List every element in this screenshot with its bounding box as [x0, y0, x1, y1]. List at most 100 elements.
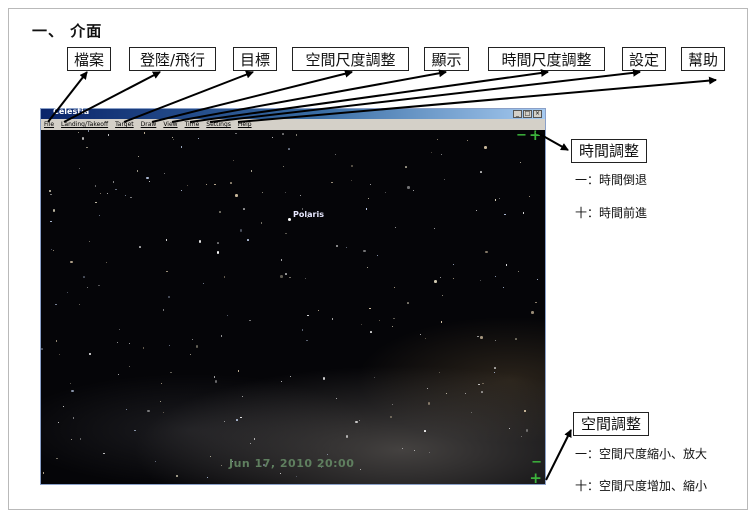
- background-star: [480, 336, 483, 339]
- background-star: [519, 161, 521, 163]
- time-backward-button[interactable]: −: [516, 130, 527, 143]
- background-star: [86, 286, 88, 288]
- menu-settings[interactable]: Settings: [206, 121, 231, 128]
- minimize-button[interactable]: _: [513, 110, 522, 118]
- background-star: [214, 183, 216, 186]
- background-star: [370, 183, 372, 185]
- background-star: [359, 468, 361, 470]
- background-star: [452, 277, 455, 280]
- background-star: [72, 417, 75, 419]
- background-star: [198, 137, 200, 139]
- background-star: [88, 241, 90, 243]
- background-star: [143, 132, 146, 134]
- background-star: [52, 209, 56, 212]
- background-star: [407, 186, 410, 189]
- label-landing: 登陸/飛行: [129, 47, 216, 71]
- background-star: [126, 408, 128, 410]
- menu-target[interactable]: Target: [115, 121, 134, 128]
- background-star: [56, 457, 58, 460]
- menu-landing-takeoff[interactable]: Landing/Takeoff: [61, 121, 108, 128]
- background-star: [162, 411, 164, 413]
- background-star: [233, 160, 235, 162]
- background-star: [115, 188, 117, 191]
- menu-draw[interactable]: Draw: [141, 121, 157, 128]
- background-star: [170, 371, 172, 374]
- background-star: [129, 342, 131, 344]
- time-plus-desc: 十：時間前進: [575, 206, 648, 220]
- background-star: [271, 136, 273, 138]
- background-star: [71, 389, 74, 393]
- maximize-button[interactable]: □: [523, 110, 532, 118]
- background-star: [503, 287, 505, 289]
- background-star: [424, 430, 426, 432]
- background-star: [484, 146, 487, 149]
- background-star: [70, 260, 73, 264]
- background-star: [523, 409, 527, 413]
- background-star: [452, 263, 454, 265]
- zoom-in-button[interactable]: +: [529, 469, 542, 484]
- background-star: [217, 242, 219, 244]
- background-star: [218, 210, 222, 214]
- background-star: [295, 134, 298, 136]
- background-star: [365, 208, 368, 210]
- menu-help[interactable]: Help: [238, 121, 252, 128]
- background-star: [350, 179, 353, 182]
- background-star: [283, 166, 285, 168]
- background-star: [230, 182, 232, 184]
- background-star: [384, 191, 387, 194]
- background-star: [241, 395, 243, 397]
- background-star: [494, 339, 497, 342]
- background-star: [79, 304, 81, 306]
- label-display: 顯示: [424, 47, 469, 71]
- background-star: [441, 294, 443, 296]
- background-star: [429, 451, 431, 453]
- background-star: [440, 321, 443, 323]
- background-star: [299, 195, 301, 197]
- polaris-star[interactable]: [288, 218, 291, 221]
- background-star: [481, 391, 483, 393]
- menu-time[interactable]: Time: [185, 121, 200, 128]
- background-star: [529, 196, 531, 198]
- background-star: [433, 227, 436, 230]
- background-star: [521, 436, 523, 437]
- close-button[interactable]: ×: [533, 110, 542, 118]
- background-star: [427, 402, 431, 405]
- background-star: [361, 324, 363, 326]
- menu-view[interactable]: View: [163, 121, 177, 128]
- background-star: [142, 347, 145, 349]
- background-star: [335, 244, 339, 248]
- background-star: [69, 382, 71, 384]
- background-star: [350, 164, 354, 168]
- background-star: [285, 273, 287, 275]
- sky-view[interactable]: Polaris − + − + Jun 17, 2010 20:00: [41, 130, 545, 484]
- background-star: [78, 131, 80, 133]
- background-star: [88, 352, 92, 356]
- background-star: [79, 438, 82, 440]
- background-star: [220, 465, 222, 467]
- background-star: [162, 309, 164, 311]
- background-star: [508, 427, 510, 429]
- background-star: [345, 246, 347, 248]
- background-star: [161, 382, 162, 384]
- background-star: [86, 146, 88, 149]
- zoom-out-button[interactable]: −: [531, 455, 542, 470]
- background-star: [203, 283, 205, 285]
- background-star: [235, 132, 237, 135]
- label-settings: 設定: [622, 47, 666, 71]
- window-controls: _ □ ×: [513, 110, 542, 118]
- label-time-scale: 時間尺度調整: [488, 47, 605, 71]
- background-star: [391, 404, 393, 406]
- background-star: [394, 286, 396, 288]
- background-star: [407, 302, 409, 304]
- background-star: [149, 180, 151, 182]
- background-star: [195, 345, 199, 348]
- background-star: [186, 184, 188, 186]
- background-star: [87, 130, 90, 132]
- menu-file[interactable]: File: [44, 121, 54, 128]
- background-star: [173, 138, 175, 140]
- background-star: [363, 249, 366, 253]
- background-star: [220, 335, 223, 337]
- background-star: [466, 140, 468, 142]
- time-forward-button[interactable]: +: [529, 130, 542, 144]
- polaris-label: Polaris: [293, 210, 324, 219]
